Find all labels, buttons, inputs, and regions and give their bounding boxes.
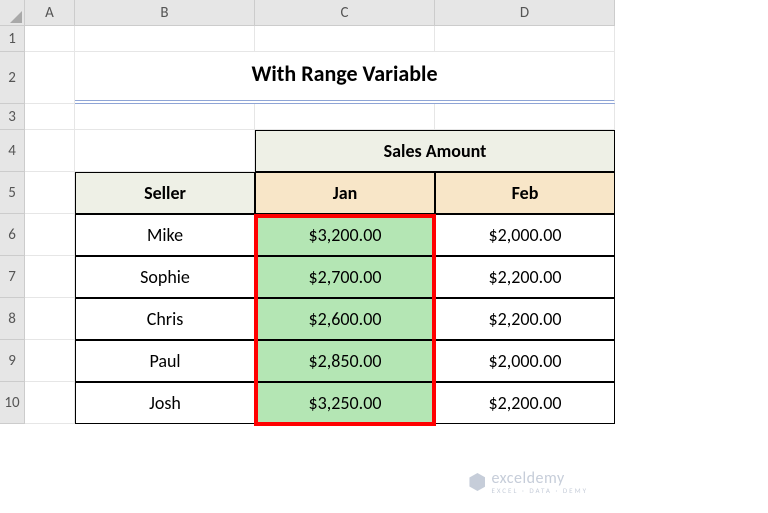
cell-A8[interactable] <box>25 298 75 340</box>
col-header-C[interactable]: C <box>255 0 435 26</box>
col-header-B[interactable]: B <box>75 0 255 26</box>
jan-cell[interactable]: $2,700.00 <box>255 256 435 298</box>
cell-C1[interactable] <box>255 26 435 52</box>
watermark: exceldemy EXCEL · DATA · DEMY <box>469 469 588 495</box>
feb-cell[interactable]: $2,200.00 <box>435 256 615 298</box>
row-header-6[interactable]: 6 <box>0 214 25 256</box>
row-header-5[interactable]: 5 <box>0 172 25 214</box>
row-header-9[interactable]: 9 <box>0 340 25 382</box>
cell-A2[interactable] <box>25 52 75 104</box>
jan-cell[interactable]: $3,250.00 <box>255 382 435 424</box>
row-header-7[interactable]: 7 <box>0 256 25 298</box>
exceldemy-logo-icon <box>469 473 485 491</box>
watermark-sub: EXCEL · DATA · DEMY <box>491 486 588 495</box>
seller-header[interactable]: Seller <box>75 172 255 214</box>
spreadsheet-grid: A B C D 1 2 With Range Variable 3 4 Sale… <box>0 0 768 424</box>
seller-cell[interactable]: Mike <box>75 214 255 256</box>
cell-A4[interactable] <box>25 130 75 172</box>
cell-C3[interactable] <box>255 104 435 130</box>
col-header-D[interactable]: D <box>435 0 615 26</box>
row-header-3[interactable]: 3 <box>0 104 25 130</box>
jan-cell[interactable]: $2,850.00 <box>255 340 435 382</box>
sheet-title[interactable]: With Range Variable <box>75 52 615 104</box>
cell-A1[interactable] <box>25 26 75 52</box>
seller-cell[interactable]: Paul <box>75 340 255 382</box>
feb-cell[interactable]: $2,200.00 <box>435 382 615 424</box>
cell-A7[interactable] <box>25 256 75 298</box>
cell-A5[interactable] <box>25 172 75 214</box>
jan-header[interactable]: Jan <box>255 172 435 214</box>
jan-cell[interactable]: $2,600.00 <box>255 298 435 340</box>
row-header-4[interactable]: 4 <box>0 130 25 172</box>
seller-cell[interactable]: Sophie <box>75 256 255 298</box>
sales-amount-header[interactable]: Sales Amount <box>255 130 615 172</box>
feb-cell[interactable]: $2,000.00 <box>435 214 615 256</box>
cell-D1[interactable] <box>435 26 615 52</box>
col-header-A[interactable]: A <box>25 0 75 26</box>
cell-B3[interactable] <box>75 104 255 130</box>
row-header-8[interactable]: 8 <box>0 298 25 340</box>
feb-cell[interactable]: $2,200.00 <box>435 298 615 340</box>
feb-cell[interactable]: $2,000.00 <box>435 340 615 382</box>
row-header-1[interactable]: 1 <box>0 26 25 52</box>
jan-cell[interactable]: $3,200.00 <box>255 214 435 256</box>
feb-header[interactable]: Feb <box>435 172 615 214</box>
cell-B4[interactable] <box>75 130 255 172</box>
cell-D3[interactable] <box>435 104 615 130</box>
cell-A3[interactable] <box>25 104 75 130</box>
row-header-10[interactable]: 10 <box>0 382 25 424</box>
cell-A6[interactable] <box>25 214 75 256</box>
select-all-corner[interactable] <box>0 0 25 26</box>
row-header-2[interactable]: 2 <box>0 52 25 104</box>
cell-A9[interactable] <box>25 340 75 382</box>
seller-cell[interactable]: Josh <box>75 382 255 424</box>
cell-A10[interactable] <box>25 382 75 424</box>
seller-cell[interactable]: Chris <box>75 298 255 340</box>
cell-B1[interactable] <box>75 26 255 52</box>
